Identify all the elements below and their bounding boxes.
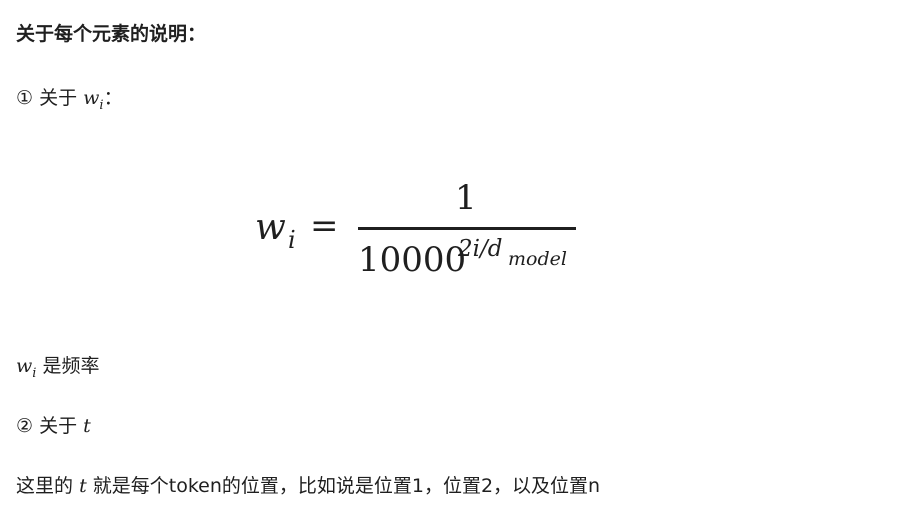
formula-lhs: w [255,207,286,248]
item-1-colon: ： [103,87,123,109]
note-1-line: wi 是频率 [16,353,100,382]
note-1-text: 是频率 [42,355,100,377]
formula-exponent-subscript: model [508,248,567,270]
formula-denominator-base: 10000 [358,240,467,280]
formula-fraction-bar [358,227,576,230]
document-page: 关于每个元素的说明： ① 关于 wi： w i = 1 10000 2i/d m… [0,0,906,513]
note-2-prefix: 这里的 [16,475,74,497]
note-2-text: 就是每个token的位置，比如说是位置1，位置2，以及位置n [92,475,601,497]
formula-numerator: 1 [455,178,477,218]
item-2-line: ② 关于 t [16,413,91,439]
note-2-variable: t [79,475,87,497]
section-heading: 关于每个元素的说明： [16,23,207,45]
formula-exponent: 2i/d [458,236,503,262]
item-1-variable: w [83,87,100,109]
note-2-line: 这里的 t 就是每个token的位置，比如说是位置1，位置2，以及位置n [16,473,600,499]
item-1-label: 关于 [39,87,78,109]
note-1-variable: w [16,355,33,377]
item-1-variable-subscript: i [99,98,104,113]
formula-lhs-subscript: i [288,226,296,254]
frequency-formula: w i = 1 10000 2i/d model [255,178,585,288]
note-1-variable-subscript: i [32,366,37,381]
formula-equals: = [310,206,339,246]
item-1-marker: ① [16,87,34,109]
item-2-variable: t [83,415,91,437]
item-2-marker: ② [16,415,34,437]
item-2-label: 关于 [39,415,78,437]
item-1-line: ① 关于 wi： [16,85,123,114]
